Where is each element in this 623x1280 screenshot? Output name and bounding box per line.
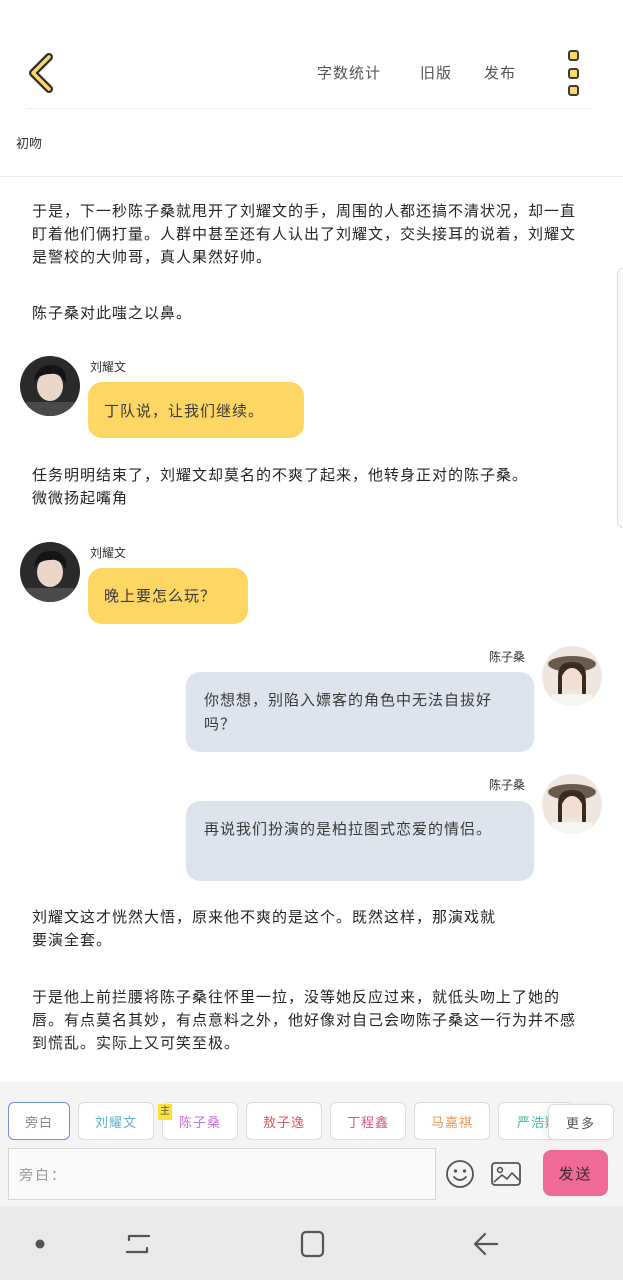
smiley-icon (446, 1160, 474, 1188)
narration-paragraph[interactable]: 陈子桑对此嗤之以鼻。 (32, 302, 588, 325)
publish-button[interactable]: 发布 (484, 62, 516, 83)
chat-bubble[interactable]: 丁队说，让我们继续。 (88, 382, 304, 438)
role-selector: 旁白 刘耀文 陈子桑 敖子逸 丁程鑫 马嘉祺 严浩翔 (0, 1082, 623, 1148)
header-actions: 字数统计 旧版 发布 (300, 62, 540, 86)
dot-icon (35, 1239, 45, 1249)
chat-bubble[interactable]: 你想想，别陷入嫖客的角色中无法自拔好吗？ (186, 672, 534, 752)
role-label: 丁程鑫 (346, 1115, 389, 1131)
chat-bubble[interactable]: 晚上要怎么玩？ (88, 568, 248, 624)
narration-paragraph[interactable]: 于是，下一秒陈子桑就甩开了刘耀文的手，周围的人都还搞不清状况，却一直盯着他们俩打… (32, 200, 588, 269)
recent-apps-icon (125, 1234, 151, 1254)
back-button[interactable] (18, 50, 62, 96)
more-menu-button[interactable] (560, 50, 586, 96)
role-label: 马嘉祺 (430, 1115, 473, 1131)
role-chip-ao-ziyi[interactable]: 敖子逸 (246, 1102, 322, 1140)
role-chip-ma-jiaqi[interactable]: 马嘉祺 (414, 1102, 490, 1140)
chevron-left-icon (29, 53, 53, 93)
avatar-chen-zisang[interactable] (542, 774, 602, 834)
narration-paragraph[interactable]: 刘耀文这才恍然大悟，原来他不爽的是这个。既然这样，那演戏就要演全套。 (32, 906, 502, 952)
divider (26, 108, 592, 109)
chapter-title[interactable]: 初吻 (16, 133, 42, 152)
dot-icon (567, 50, 579, 61)
image-icon (491, 1162, 521, 1186)
role-chip-narrator[interactable]: 旁白 (8, 1102, 70, 1140)
role-chip-ding-chengxin[interactable]: 丁程鑫 (330, 1102, 406, 1140)
narration-paragraph[interactable]: 于是他上前拦腰将陈子桑往怀里一拉，没等她反应过来，就低头吻上了她的唇。有点莫名其… (32, 986, 588, 1055)
role-label: 敖子逸 (262, 1115, 305, 1131)
word-count-button[interactable]: 字数统计 (317, 62, 381, 83)
message-input[interactable]: 旁白： (8, 1148, 436, 1200)
system-nav-bar (0, 1206, 623, 1280)
speaker-name: 刘耀文 (90, 546, 127, 560)
nav-dot-button[interactable] (22, 1228, 58, 1260)
home-icon (300, 1230, 325, 1258)
speaker-name: 陈子桑 (489, 650, 526, 664)
more-roles-button[interactable]: 更多 (548, 1104, 614, 1140)
recent-apps-button[interactable] (120, 1228, 156, 1260)
old-version-button[interactable]: 旧版 (420, 62, 452, 83)
chat-bubble[interactable]: 再说我们扮演的是柏拉图式恋爱的情侣。 (186, 801, 534, 881)
speaker-name: 陈子桑 (489, 778, 526, 792)
main-role-badge: 主 (158, 1104, 172, 1120)
avatar-liu-yaowen[interactable] (20, 356, 80, 416)
divider (0, 176, 623, 177)
back-nav-button[interactable] (468, 1228, 504, 1260)
composer: 旁白： 发送 (0, 1148, 623, 1206)
send-button[interactable]: 发送 (543, 1150, 608, 1196)
avatar-chen-zisang[interactable] (542, 646, 602, 706)
back-arrow-icon (473, 1232, 499, 1256)
role-label: 旁白 (24, 1115, 53, 1131)
dot-icon (567, 67, 579, 79)
emoji-button[interactable] (444, 1158, 476, 1190)
role-label: 陈子桑 (178, 1115, 221, 1131)
narration-paragraph[interactable]: 任务明明结束了，刘耀文却莫名的不爽了起来，他转身正对的陈子桑。微微扬起嘴角 (32, 464, 532, 510)
dot-icon (567, 85, 579, 96)
home-button[interactable] (294, 1228, 330, 1260)
scrollbar[interactable] (617, 268, 623, 528)
role-chip-liu-yaowen[interactable]: 刘耀文 (78, 1102, 154, 1140)
top-bar: 字数统计 旧版 发布 (0, 0, 623, 110)
avatar-liu-yaowen[interactable] (20, 542, 80, 602)
role-chip-chen-zisang[interactable]: 陈子桑 (162, 1102, 238, 1140)
image-button[interactable] (490, 1160, 522, 1188)
role-label: 刘耀文 (94, 1115, 137, 1131)
speaker-name: 刘耀文 (90, 360, 127, 374)
